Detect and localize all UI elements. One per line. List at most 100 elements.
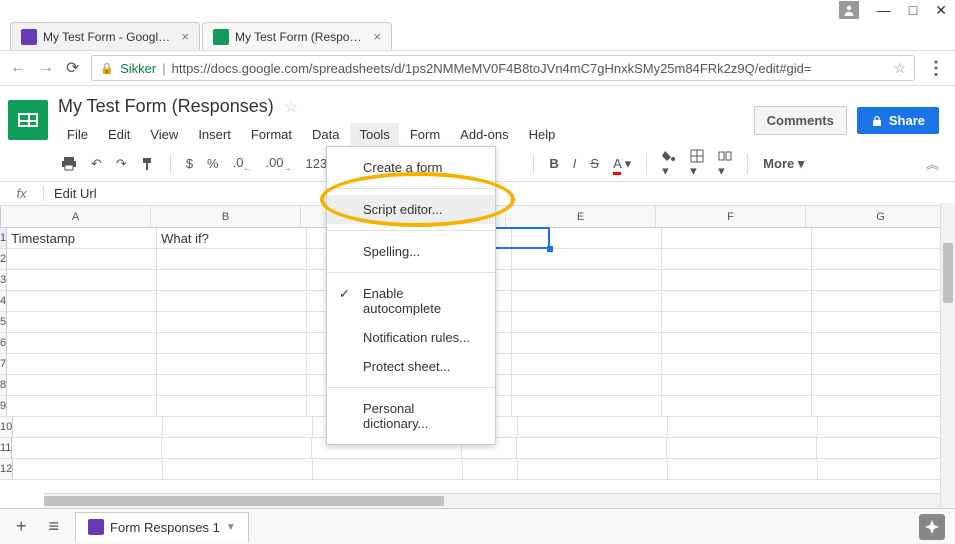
cell[interactable] — [518, 459, 668, 479]
cell[interactable] — [662, 291, 812, 311]
cell[interactable] — [157, 354, 307, 374]
row-header[interactable]: 4 — [0, 291, 7, 311]
menu-item-protect-sheet[interactable]: Protect sheet... — [327, 352, 495, 381]
menu-view[interactable]: View — [141, 123, 187, 146]
horizontal-scrollbar[interactable] — [44, 493, 940, 508]
cell[interactable] — [512, 396, 662, 416]
cell[interactable] — [157, 333, 307, 353]
explore-button[interactable] — [919, 514, 945, 540]
print-icon[interactable] — [56, 153, 82, 175]
borders-button[interactable]: ▾ — [685, 145, 709, 183]
menu-item-script-editor[interactable]: Script editor... — [327, 195, 495, 224]
menu-item-notification-rules[interactable]: Notification rules... — [327, 323, 495, 352]
cell[interactable] — [7, 249, 157, 269]
cell[interactable] — [157, 291, 307, 311]
cell[interactable]: What if? — [157, 228, 307, 248]
cell[interactable] — [662, 375, 812, 395]
col-header[interactable]: E — [506, 206, 656, 227]
vertical-scrollbar[interactable] — [940, 203, 955, 508]
cell[interactable] — [662, 354, 812, 374]
row-header[interactable]: 5 — [0, 312, 7, 332]
browser-menu-icon[interactable]: ⋮ — [927, 58, 945, 79]
cell[interactable] — [157, 396, 307, 416]
cell[interactable] — [313, 459, 463, 479]
cell[interactable] — [163, 417, 313, 437]
col-header[interactable]: F — [656, 206, 806, 227]
cell[interactable] — [512, 333, 662, 353]
cell[interactable] — [512, 291, 662, 311]
cell[interactable] — [463, 459, 518, 479]
scrollbar-thumb[interactable] — [943, 243, 953, 303]
cell[interactable] — [812, 354, 955, 374]
cell[interactable] — [667, 438, 817, 458]
cell[interactable] — [812, 312, 955, 332]
cell[interactable] — [512, 354, 662, 374]
maximize-button[interactable]: □ — [909, 2, 917, 18]
currency-button[interactable]: $ — [181, 152, 198, 175]
menu-item-create-form[interactable]: Create a form — [327, 153, 495, 182]
col-header[interactable]: G — [806, 206, 955, 227]
star-icon[interactable]: ☆ — [284, 97, 298, 117]
row-header[interactable]: 8 — [0, 375, 7, 395]
cell[interactable] — [157, 249, 307, 269]
col-header[interactable]: A — [1, 206, 151, 227]
browser-tab-forms[interactable]: My Test Form - Google F × — [10, 22, 200, 50]
row-header[interactable]: 10 — [0, 417, 13, 437]
fill-handle[interactable] — [547, 246, 553, 252]
cell[interactable] — [812, 396, 955, 416]
menu-form[interactable]: Form — [401, 123, 449, 146]
cell[interactable] — [812, 375, 955, 395]
cell[interactable] — [157, 312, 307, 332]
menu-edit[interactable]: Edit — [99, 123, 139, 146]
cell[interactable] — [7, 354, 157, 374]
menu-data[interactable]: Data — [303, 123, 348, 146]
menu-item-spelling[interactable]: Spelling... — [327, 237, 495, 266]
all-sheets-button[interactable]: ≡ — [43, 516, 66, 537]
add-sheet-button[interactable]: + — [10, 516, 33, 537]
row-header[interactable]: 9 — [0, 396, 7, 416]
menu-format[interactable]: Format — [242, 123, 301, 146]
cell[interactable] — [7, 270, 157, 290]
cell[interactable] — [13, 459, 163, 479]
cell[interactable] — [157, 270, 307, 290]
cell[interactable] — [7, 333, 157, 353]
share-button[interactable]: Share — [857, 107, 939, 134]
more-button[interactable]: More ▾ — [758, 152, 809, 176]
strike-button[interactable]: S — [585, 152, 604, 175]
doc-title[interactable]: My Test Form (Responses) — [58, 96, 274, 117]
merge-button[interactable]: ▾ — [713, 145, 737, 183]
cell[interactable] — [512, 228, 662, 248]
cell[interactable] — [12, 438, 162, 458]
italic-button[interactable]: I — [568, 152, 582, 175]
cell[interactable] — [7, 291, 157, 311]
user-badge[interactable] — [839, 1, 859, 19]
cell[interactable] — [812, 270, 955, 290]
cell[interactable]: Timestamp — [7, 228, 157, 248]
row-header[interactable]: 2 — [0, 249, 7, 269]
cell[interactable] — [818, 459, 955, 479]
close-window-button[interactable]: ✕ — [935, 2, 947, 19]
row-header[interactable]: 3 — [0, 270, 7, 290]
text-color-button[interactable]: A ▾ — [608, 152, 636, 176]
cell[interactable] — [817, 438, 955, 458]
cell[interactable] — [517, 438, 667, 458]
cell[interactable] — [13, 417, 163, 437]
menu-item-personal-dictionary[interactable]: Personal dictionary... — [327, 394, 495, 438]
menu-help[interactable]: Help — [520, 123, 565, 146]
menu-item-enable-autocomplete[interactable]: ✓ Enable autocomplete — [327, 279, 495, 323]
cell[interactable] — [518, 417, 668, 437]
formula-input[interactable]: Edit Url — [44, 186, 955, 201]
cell[interactable] — [662, 333, 812, 353]
menu-insert[interactable]: Insert — [189, 123, 240, 146]
comments-button[interactable]: Comments — [754, 106, 847, 135]
cell[interactable] — [662, 396, 812, 416]
cell[interactable] — [662, 312, 812, 332]
cell[interactable] — [668, 417, 818, 437]
cell[interactable] — [818, 417, 955, 437]
row-header[interactable]: 11 — [0, 438, 12, 458]
row-header[interactable]: 7 — [0, 354, 7, 374]
cell[interactable] — [512, 270, 662, 290]
fill-color-button[interactable]: ▾ — [657, 145, 681, 183]
cell[interactable] — [662, 228, 812, 248]
menu-addons[interactable]: Add-ons — [451, 123, 517, 146]
